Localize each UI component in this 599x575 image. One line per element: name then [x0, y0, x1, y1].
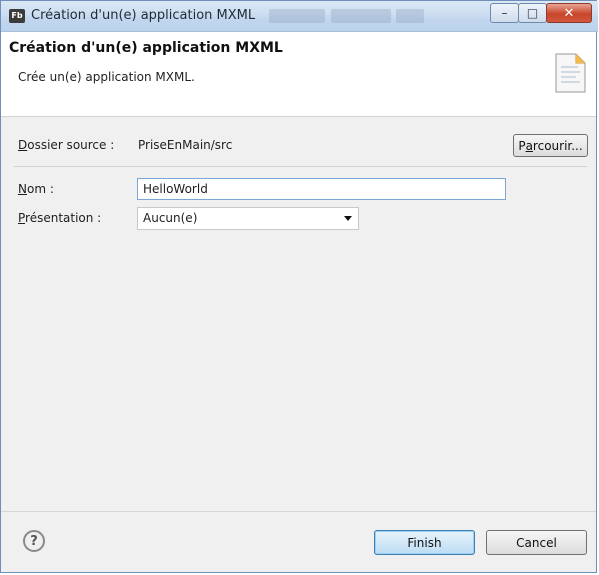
close-button[interactable]: ✕ — [546, 3, 592, 23]
source-folder-label: Dossier source : — [18, 138, 115, 152]
wizard-header: Création d'un(e) application MXML Crée u… — [1, 32, 596, 117]
finish-button[interactable]: Finish — [374, 530, 475, 555]
new-document-icon — [555, 53, 586, 93]
name-label: Nom : — [18, 182, 54, 196]
window-title: Création d'un(e) application MXML — [31, 8, 256, 23]
maximize-button[interactable]: □ — [518, 3, 547, 23]
layout-label: Présentation : — [18, 211, 102, 225]
help-icon[interactable]: ? — [23, 530, 45, 552]
layout-select[interactable]: Aucun(e) — [137, 207, 359, 230]
wizard-title: Création d'un(e) application MXML — [9, 40, 283, 56]
background-tab — [269, 9, 325, 23]
background-tab — [396, 9, 424, 23]
name-input[interactable]: HelloWorld — [137, 178, 506, 200]
minimize-icon: – — [501, 6, 508, 20]
title-bar[interactable]: Fb Création d'un(e) application MXML – □… — [1, 1, 598, 32]
chevron-down-icon — [344, 216, 352, 221]
maximize-icon: □ — [526, 6, 539, 20]
background-tab — [331, 9, 391, 23]
separator — [14, 166, 587, 167]
browse-button[interactable]: Pa rcourir... — [513, 134, 588, 157]
source-folder-value: PriseEnMain/src — [138, 138, 233, 152]
close-icon: ✕ — [563, 5, 575, 21]
layout-select-value: Aucun(e) — [143, 211, 198, 225]
cancel-button[interactable]: Cancel — [486, 530, 587, 555]
wizard-window: Fb Création d'un(e) application MXML – □… — [0, 0, 598, 573]
minimize-button[interactable]: – — [490, 3, 519, 23]
wizard-description: Crée un(e) application MXML. — [18, 70, 195, 84]
footer-separator — [1, 511, 596, 512]
flash-builder-app-icon: Fb — [9, 9, 25, 23]
